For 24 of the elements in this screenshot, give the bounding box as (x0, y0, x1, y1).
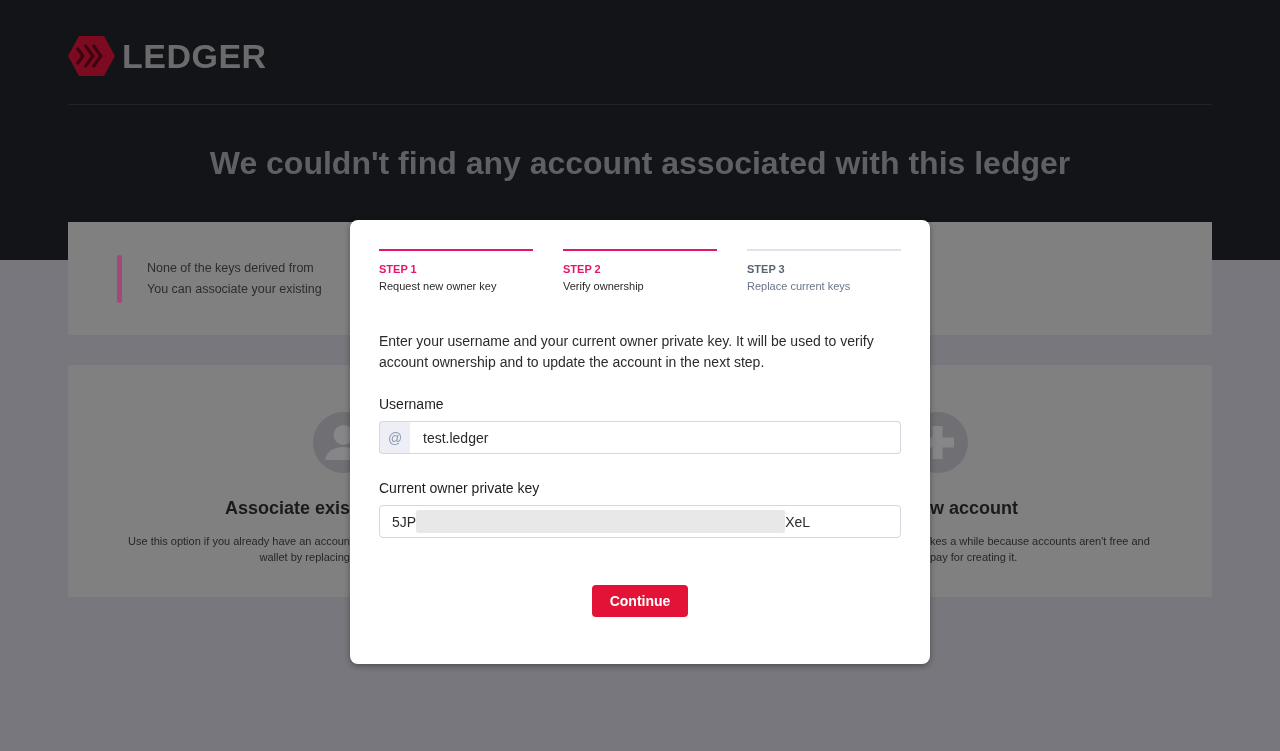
step-description: Replace current keys (747, 279, 851, 293)
logo-wordmark: LEDGER (122, 37, 267, 75)
private-key-field[interactable]: 5JP XeL (379, 505, 901, 538)
continue-button[interactable]: Continue (592, 585, 688, 617)
step-label: STEP 2 (563, 262, 601, 276)
option-description: pay for creating it. (930, 550, 1018, 565)
notice-text: You can associate your existing (147, 281, 322, 298)
step-description: Request new owner key (379, 279, 497, 293)
option-title: w account (930, 497, 1018, 520)
notice-text: None of the keys derived from (147, 260, 314, 277)
field-label: Current owner private key (379, 479, 540, 498)
step-description: Verify ownership (563, 279, 644, 293)
key-text: XeL (785, 513, 811, 530)
page-heading: We couldn't find any account associated with this ledger (208, 144, 1072, 183)
key-text: 5JP (392, 513, 417, 530)
step-label: STEP 3 (747, 262, 785, 276)
option-description: kes a while because accounts aren't free and (930, 534, 1150, 549)
intro-text: Enter your username and your current owner private key. It will be used to verify account ownership and to update the account in the next step. (379, 332, 875, 372)
field-label: Username (379, 395, 444, 414)
hexagon-logo-icon (68, 36, 115, 76)
option-title: Associate exis (224, 497, 350, 520)
step-label: STEP 1 (379, 262, 417, 276)
option-description: wallet by replacing (259, 550, 350, 565)
option-description: Use this option if you already have an accoun (128, 534, 350, 549)
